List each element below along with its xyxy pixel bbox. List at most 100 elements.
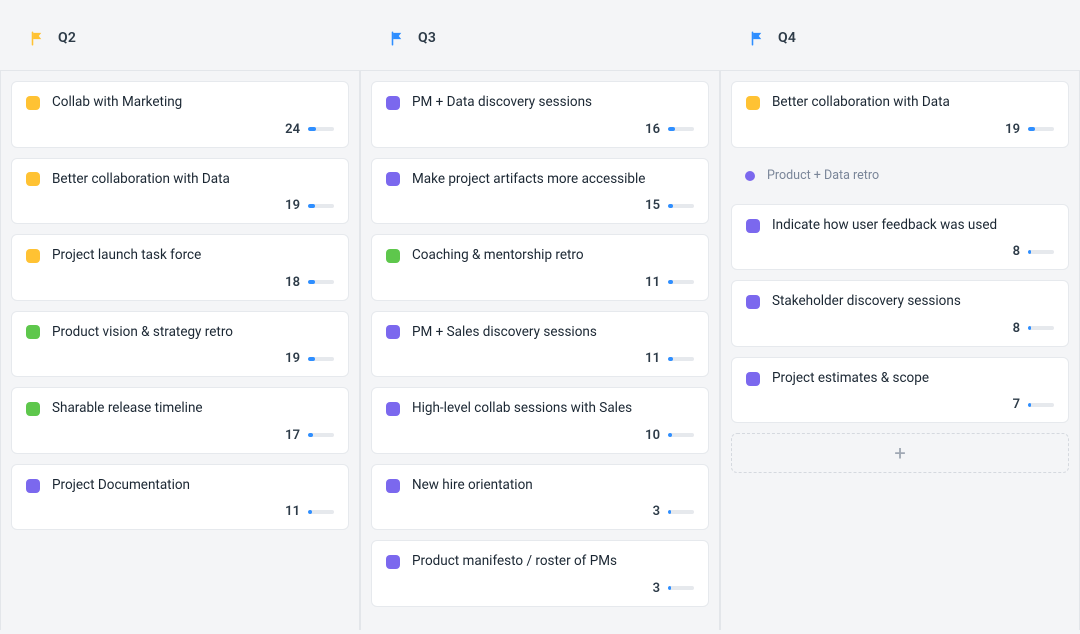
status-dot — [746, 295, 760, 309]
card-count: 10 — [645, 428, 660, 443]
kanban-board: Q2 Collab with Marketing24 Better collabor… — [0, 0, 1080, 634]
column-title: Q2 — [58, 30, 76, 46]
card-footer: 15 — [386, 198, 694, 213]
card-footer: 19 — [26, 351, 334, 366]
progress-fill — [668, 586, 671, 590]
card-header: Sharable release timeline — [26, 400, 334, 418]
progress-bar — [308, 204, 334, 208]
card-title: Project launch task force — [52, 247, 201, 265]
card-footer: 19 — [746, 122, 1054, 137]
column-q2: Q2 Collab with Marketing24 Better collabor… — [0, 0, 360, 634]
card[interactable]: Project estimates & scope 7 — [731, 357, 1069, 424]
flag-icon — [390, 31, 404, 45]
card-header: Stakeholder discovery sessions — [746, 293, 1054, 311]
card-title: Coaching & mentorship retro — [412, 247, 584, 265]
card[interactable]: Product vision & strategy retro 19 — [11, 311, 349, 378]
status-dot — [26, 325, 40, 339]
status-dot — [746, 219, 760, 233]
card[interactable]: New hire orientation 3 — [371, 464, 709, 531]
progress-bar — [668, 433, 694, 437]
card-count: 8 — [1013, 244, 1020, 259]
card-footer: 11 — [386, 351, 694, 366]
card[interactable]: PM + Sales discovery sessions11 — [371, 311, 709, 378]
add-card-button[interactable]: + — [731, 433, 1069, 473]
card[interactable]: Better collaboration with Data19 — [11, 158, 349, 225]
column-body-q3: PM + Data discovery sessions 16 Make proje… — [360, 70, 720, 630]
progress-fill — [308, 204, 315, 208]
progress-bar — [1028, 403, 1054, 407]
card-header: Better collaboration with Data — [26, 171, 334, 189]
card-header: PM + Data discovery sessions — [386, 94, 694, 112]
card-count: 19 — [285, 351, 300, 366]
card-count: 11 — [285, 504, 300, 519]
card-header: New hire orientation — [386, 477, 694, 495]
card-title: Project estimates & scope — [772, 370, 929, 388]
card-title: Sharable release timeline — [52, 400, 203, 418]
card[interactable]: Coaching & mentorship retro 11 — [371, 234, 709, 301]
card[interactable]: Stakeholder discovery sessions 8 — [731, 280, 1069, 347]
status-dot — [746, 372, 760, 386]
card[interactable]: Project launch task force 18 — [11, 234, 349, 301]
progress-fill — [668, 510, 671, 514]
card-count: 15 — [645, 198, 660, 213]
card-footer: 10 — [386, 428, 694, 443]
progress-bar — [668, 280, 694, 284]
column-header-q4[interactable]: Q4 — [720, 0, 1080, 70]
card-title: PM + Data discovery sessions — [412, 94, 592, 112]
card[interactable]: Product manifesto / roster of PMs3 — [371, 540, 709, 607]
status-dot — [26, 96, 40, 110]
card-title: Stakeholder discovery sessions — [772, 293, 961, 311]
card-title: Product vision & strategy retro — [52, 324, 233, 342]
progress-fill — [308, 127, 316, 131]
card-title: Better collaboration with Data — [52, 171, 230, 189]
status-dot — [746, 96, 760, 110]
status-dot — [26, 479, 40, 493]
card-header: High-level collab sessions with Sales — [386, 400, 694, 418]
column-body-q2: Collab with Marketing24 Better collaborat… — [0, 70, 360, 630]
status-dot — [386, 249, 400, 263]
card[interactable]: Collab with Marketing24 — [11, 81, 349, 148]
progress-bar — [668, 357, 694, 361]
card-header: Project Documentation — [26, 477, 334, 495]
card-title: Product + Data retro — [767, 168, 879, 184]
card-footer: 11 — [386, 275, 694, 290]
card-count: 24 — [285, 122, 300, 137]
progress-fill — [668, 433, 672, 437]
card-header: Product manifesto / roster of PMs — [386, 553, 694, 571]
status-dot — [386, 402, 400, 416]
card[interactable]: Project Documentation 11 — [11, 464, 349, 531]
progress-fill — [1028, 127, 1035, 131]
card-footer: 16 — [386, 122, 694, 137]
card[interactable]: PM + Data discovery sessions 16 — [371, 81, 709, 148]
card-footer: 3 — [386, 504, 694, 519]
card-title: New hire orientation — [412, 477, 533, 495]
card-header: Coaching & mentorship retro — [386, 247, 694, 265]
progress-fill — [668, 204, 673, 208]
card-footer: 7 — [746, 397, 1054, 412]
card-count: 17 — [285, 428, 300, 443]
plus-icon: + — [894, 443, 905, 463]
card[interactable]: Sharable release timeline 17 — [11, 387, 349, 454]
column-q3: Q3 PM + Data discovery sessions 16 Make pro… — [360, 0, 720, 634]
progress-fill — [1028, 326, 1031, 330]
status-dot — [26, 249, 40, 263]
card[interactable]: High-level collab sessions with Sales 10 — [371, 387, 709, 454]
column-header-q2[interactable]: Q2 — [0, 0, 360, 70]
card-title: Product manifesto / roster of PMs — [412, 553, 617, 571]
progress-bar — [1028, 127, 1054, 131]
card-header: Product vision & strategy retro — [26, 324, 334, 342]
progress-bar — [308, 433, 334, 437]
card[interactable]: Make project artifacts more accessible15 — [371, 158, 709, 225]
column-q4: Q4 Better collaboration with Data19 Produc… — [720, 0, 1080, 634]
column-header-q3[interactable]: Q3 — [360, 0, 720, 70]
status-dot — [386, 325, 400, 339]
card-footer: 8 — [746, 321, 1054, 336]
card[interactable]: Indicate how user feedback was used 8 — [731, 204, 1069, 271]
status-dot — [386, 172, 400, 186]
card-title: High-level collab sessions with Sales — [412, 400, 632, 418]
card-title: Indicate how user feedback was used — [772, 217, 997, 235]
card-footer: 18 — [26, 275, 334, 290]
card-title: Make project artifacts more accessible — [412, 171, 645, 189]
card[interactable]: Better collaboration with Data19 — [731, 81, 1069, 148]
progress-fill — [308, 357, 315, 361]
